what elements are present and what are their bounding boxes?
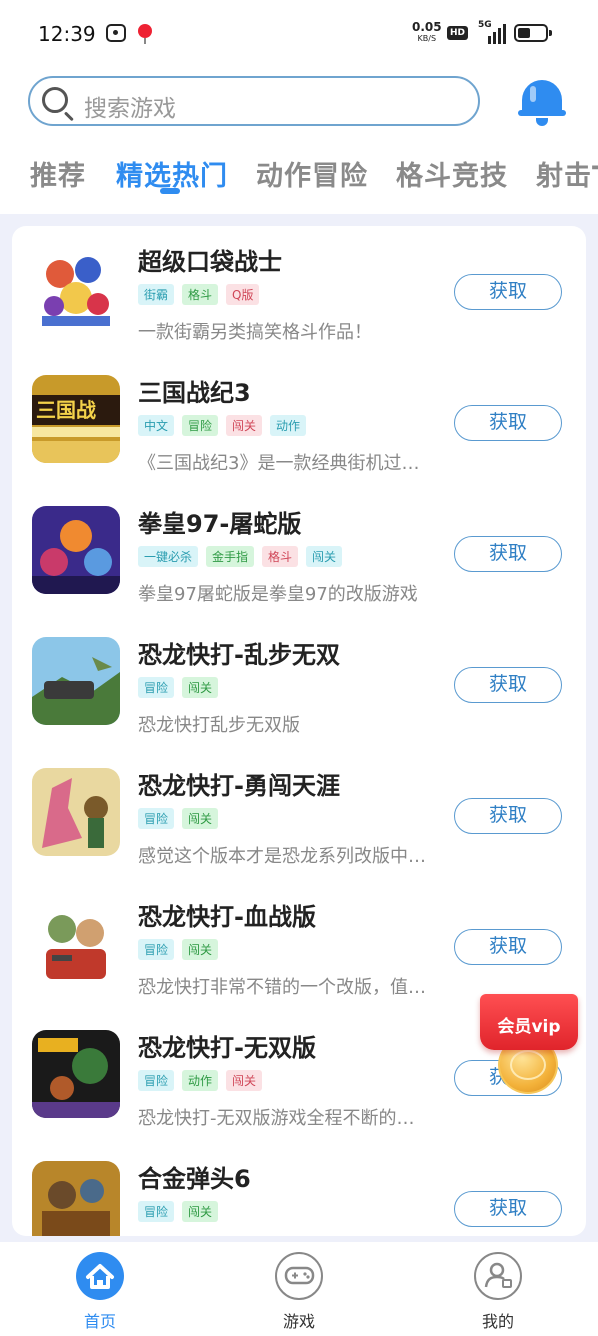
tag: 格斗 [182, 284, 219, 305]
nav-home-label: 首页 [83, 1312, 116, 1331]
tag-list: 冒险 闯关 [138, 1201, 226, 1222]
list-item[interactable]: 恐龙快打-血战版 冒险闯关 恐龙快打非常不错的一个改版，值得一玩 获取 [12, 881, 586, 1012]
vip-label: 会员vip [497, 1017, 561, 1037]
tag: 冒险 [138, 939, 175, 960]
game-thumbnail [32, 244, 120, 332]
tag-list: 一键必杀 金手指 格斗 闯关 [138, 546, 350, 567]
tag: 闯关 [226, 415, 263, 436]
tab-shooting[interactable]: 射击T [536, 154, 598, 193]
net-speed: 0.05 KB/S [412, 20, 442, 43]
game-description: 一款街霸另类搞笑格斗作品！ [138, 322, 372, 343]
home-icon [76, 1252, 124, 1300]
bottom-nav: 首页 游戏 我的 [0, 1242, 598, 1336]
signal-icon: 5G [478, 20, 506, 44]
tag: 闯关 [182, 1201, 219, 1222]
nav-games-label: 游戏 [282, 1312, 315, 1331]
game-title: 恐龙快打-血战版 [138, 903, 316, 931]
nav-mine-label: 我的 [481, 1312, 514, 1331]
game-title: 恐龙快打-无双版 [138, 1034, 316, 1062]
game-description: 恐龙快打-无双版游戏全程不断的战斗 [138, 1108, 428, 1129]
tag: 动作 [182, 1070, 219, 1091]
list-item[interactable]: 超级口袋战士 街霸 格斗 Q版 一款街霸另类搞笑格斗作品！ 获取 [12, 226, 586, 357]
gamepad-icon [275, 1252, 323, 1300]
get-button[interactable]: 获取 [454, 274, 562, 310]
game-title: 恐龙快打-乱步无双 [138, 641, 340, 669]
game-thumbnail [32, 1161, 120, 1236]
tag-list: 冒险 闯关 [138, 808, 226, 829]
game-description: 感觉这个版本才是恐龙系列改版中最好的 [138, 846, 428, 867]
tag: 冒险 [182, 415, 219, 436]
game-title: 恐龙快打-勇闯天涯 [138, 772, 340, 800]
get-button[interactable]: 获取 [454, 798, 562, 834]
get-button[interactable]: 获取 [454, 536, 562, 572]
game-title: 合金弹头6 [138, 1165, 251, 1193]
tag: 冒险 [138, 677, 175, 698]
tv-icon [106, 24, 126, 42]
list-item[interactable]: 三国战 三国战纪3 中文 冒险 闯关 动作 《三国战纪3》是一款经典街机过关游戏 获取 [12, 357, 586, 488]
game-description: 拳皇97屠蛇版是拳皇97的改版游戏 [138, 584, 418, 605]
location-pin-icon [138, 24, 152, 44]
vip-badge[interactable]: 会员vip [480, 994, 578, 1098]
tag: 格斗 [262, 546, 299, 567]
tag-list: 冒险 闯关 [138, 677, 226, 698]
game-title: 拳皇97-屠蛇版 [138, 510, 302, 538]
game-thumbnail: 三国战 [32, 375, 120, 463]
game-thumbnail [32, 506, 120, 594]
tag: 冒险 [138, 1201, 175, 1222]
list-item[interactable]: 拳皇97-屠蛇版 一键必杀 金手指 格斗 闯关 拳皇97屠蛇版是拳皇97的改版游戏 获… [12, 488, 586, 619]
svg-text:三国战: 三国战 [36, 398, 96, 422]
active-tab-indicator [160, 188, 180, 194]
game-title: 三国战纪3 [138, 379, 251, 407]
tag: 闯关 [182, 939, 219, 960]
bell-icon[interactable] [518, 76, 566, 128]
game-description: 恐龙快打非常不错的一个改版，值得一玩 [138, 977, 428, 998]
tab-fighting[interactable]: 格斗竞技 [396, 154, 508, 193]
game-thumbnail [32, 768, 120, 856]
tab-action-adventure[interactable]: 动作冒险 [256, 154, 368, 193]
search-placeholder: 搜索游戏 [84, 96, 176, 122]
nav-mine[interactable]: 我的 [448, 1252, 548, 1336]
tag: 闯关 [306, 546, 343, 567]
search-icon [42, 87, 68, 113]
status-bar: 12:39 0.05 KB/S HD 5G [0, 0, 598, 66]
get-button[interactable]: 获取 [454, 1191, 562, 1227]
tag: 闯关 [226, 1070, 263, 1091]
tag-list: 中文 冒险 闯关 动作 [138, 415, 314, 436]
get-button[interactable]: 获取 [454, 405, 562, 441]
get-button[interactable]: 获取 [454, 929, 562, 965]
tag: 街霸 [138, 284, 175, 305]
list-item[interactable]: 恐龙快打-勇闯天涯 冒险闯关 感觉这个版本才是恐龙系列改版中最好的 获取 [12, 750, 586, 881]
game-thumbnail [32, 899, 120, 987]
get-button[interactable]: 获取 [454, 667, 562, 703]
tab-recommend[interactable]: 推荐 [30, 154, 86, 193]
battery-icon [514, 24, 552, 42]
game-description: 《三国战纪3》是一款经典街机过关游戏 [138, 453, 428, 474]
tag: 一键必杀 [138, 546, 199, 567]
tag: 金手指 [206, 546, 255, 567]
category-tabs: 推荐 精选热门 动作冒险 格斗竞技 射击T [0, 154, 598, 200]
list-item[interactable]: 合金弹头6 冒险 闯关 获取 [12, 1143, 586, 1236]
game-thumbnail [32, 1030, 120, 1118]
user-icon [474, 1252, 522, 1300]
tag-list: 冒险 动作 闯关 [138, 1070, 270, 1091]
tag: 冒险 [138, 808, 175, 829]
nav-games[interactable]: 游戏 [249, 1252, 349, 1336]
game-title: 超级口袋战士 [138, 248, 282, 276]
tag-list: 冒险 闯关 [138, 939, 226, 960]
tag: 中文 [138, 415, 175, 436]
tag-list: 街霸 格斗 Q版 [138, 284, 267, 305]
status-time: 12:39 [38, 22, 96, 46]
tag: 冒险 [138, 1070, 175, 1091]
search-bar[interactable]: 搜索游戏 [28, 76, 480, 126]
tag: Q版 [226, 284, 260, 305]
hd-badge: HD [447, 26, 469, 40]
list-item[interactable]: 恐龙快打-乱步无双 冒险 闯关 恐龙快打乱步无双版 获取 [12, 619, 586, 750]
tag: 动作 [270, 415, 307, 436]
tag: 闯关 [182, 677, 219, 698]
game-description: 恐龙快打乱步无双版 [138, 715, 300, 736]
header: 搜索游戏 推荐 精选热门 动作冒险 格斗竞技 射击T [0, 66, 598, 214]
game-thumbnail [32, 637, 120, 725]
tag: 闯关 [182, 808, 219, 829]
nav-home[interactable]: 首页 [50, 1252, 150, 1336]
